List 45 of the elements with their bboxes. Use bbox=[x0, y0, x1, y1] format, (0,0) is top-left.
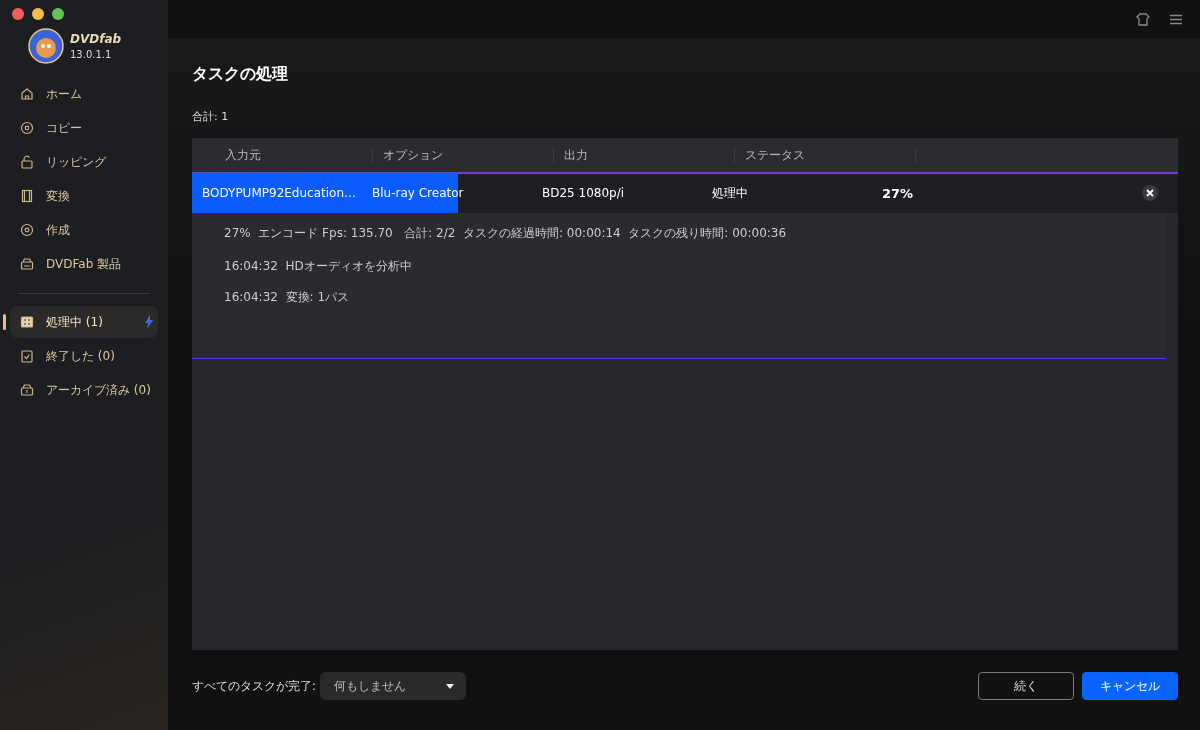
nav-item[interactable]: DVDFab 製品 bbox=[10, 248, 158, 280]
house-icon bbox=[20, 87, 34, 101]
minimize-window-icon[interactable] bbox=[32, 8, 44, 20]
log-line: 16:04:32 HDオーディオを分析中 bbox=[224, 258, 413, 275]
progress-percent: 27% bbox=[881, 185, 915, 201]
completion-label: すべてのタスクが完了: bbox=[192, 677, 317, 695]
disc-icon bbox=[20, 121, 34, 135]
source-cell-text: BODYPUMP92Education… bbox=[201, 186, 357, 200]
nav-item[interactable]: ホーム bbox=[10, 78, 158, 110]
close-icon[interactable] bbox=[1142, 185, 1158, 201]
nav-item[interactable]: 変換 bbox=[10, 180, 158, 212]
column-header: 出力 bbox=[553, 147, 734, 163]
app-name: DVDfab bbox=[70, 32, 122, 46]
lightning-icon bbox=[144, 315, 154, 329]
cancel-button[interactable]: キャンセル bbox=[1082, 672, 1178, 700]
box-icon bbox=[20, 257, 34, 271]
app-version: 13.0.1.1 bbox=[70, 49, 113, 60]
close-window-icon[interactable] bbox=[12, 8, 24, 20]
logo-icon bbox=[28, 28, 64, 64]
nav-item[interactable]: コピー bbox=[10, 112, 158, 144]
column-header: ステータス bbox=[734, 147, 915, 163]
completion-dropdown[interactable]: 何もしません bbox=[320, 672, 467, 700]
continue-button[interactable]: 続く bbox=[978, 672, 1074, 700]
status-cell-text: 処理中 bbox=[711, 184, 749, 202]
shirt-icon[interactable] bbox=[1136, 12, 1150, 26]
nav-item[interactable]: 作成 bbox=[10, 214, 158, 246]
nav-item[interactable]: アーカイブ済み (0) bbox=[10, 374, 158, 406]
column-header: 入力元 bbox=[224, 147, 262, 163]
menu-icon[interactable] bbox=[1170, 13, 1182, 25]
disc-icon bbox=[20, 223, 34, 237]
nav-item[interactable]: 終了した (0) bbox=[10, 340, 158, 372]
page-title: タスクの処理 bbox=[192, 64, 289, 85]
log-line: 27% エンコード Fps: 135.70 合計: 2/2 タスクの経過時間: 00:00:14 タスクの残り時間: 00:00:36 bbox=[224, 225, 788, 242]
lock-icon bbox=[20, 155, 34, 169]
log-line: 16:04:32 変換: 1パス bbox=[224, 289, 350, 306]
column-header: オプション bbox=[372, 147, 553, 163]
zoom-window-icon[interactable] bbox=[52, 8, 64, 20]
task-total: 合計: 1 bbox=[192, 109, 230, 124]
output-cell-text: BD25 1080p/i bbox=[541, 186, 626, 200]
nav-item[interactable]: リッピング bbox=[10, 146, 158, 178]
film-icon bbox=[20, 189, 34, 203]
archive-icon bbox=[20, 383, 34, 397]
list-icon bbox=[20, 315, 34, 329]
clipboard-check-icon bbox=[20, 349, 34, 363]
caret-icon bbox=[446, 683, 455, 689]
